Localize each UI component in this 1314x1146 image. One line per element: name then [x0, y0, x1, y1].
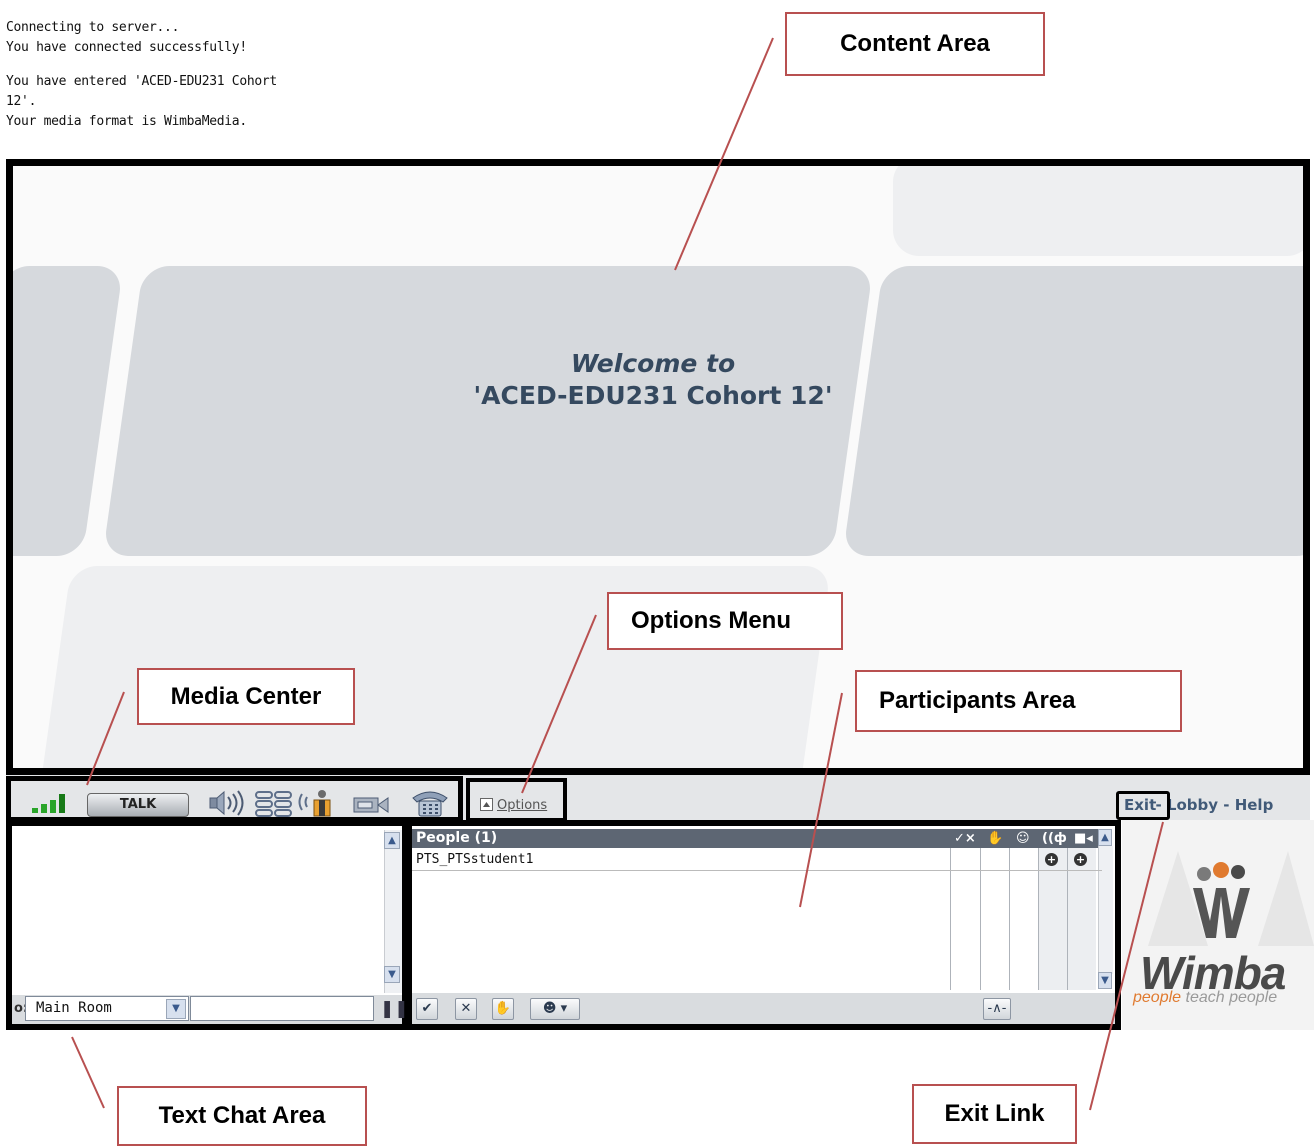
callout-exit-link: Exit Link	[912, 1084, 1077, 1144]
callout-line-exit-link	[1089, 821, 1164, 1111]
callout-line-text-chat-area	[71, 1036, 105, 1109]
callout-participants-area: Participants Area	[855, 670, 1182, 732]
callout-line-media-center	[86, 691, 125, 786]
callout-options-menu: Options Menu	[607, 592, 843, 650]
callout-line-options-menu	[521, 614, 597, 794]
callout-content-area: Content Area	[785, 12, 1045, 76]
callout-media-center: Media Center	[137, 668, 355, 725]
callout-line-content-area	[674, 37, 774, 271]
callout-text-chat-area: Text Chat Area	[117, 1086, 367, 1146]
callout-line-participants-area	[799, 692, 843, 908]
callout-lines	[71, 37, 1164, 1111]
